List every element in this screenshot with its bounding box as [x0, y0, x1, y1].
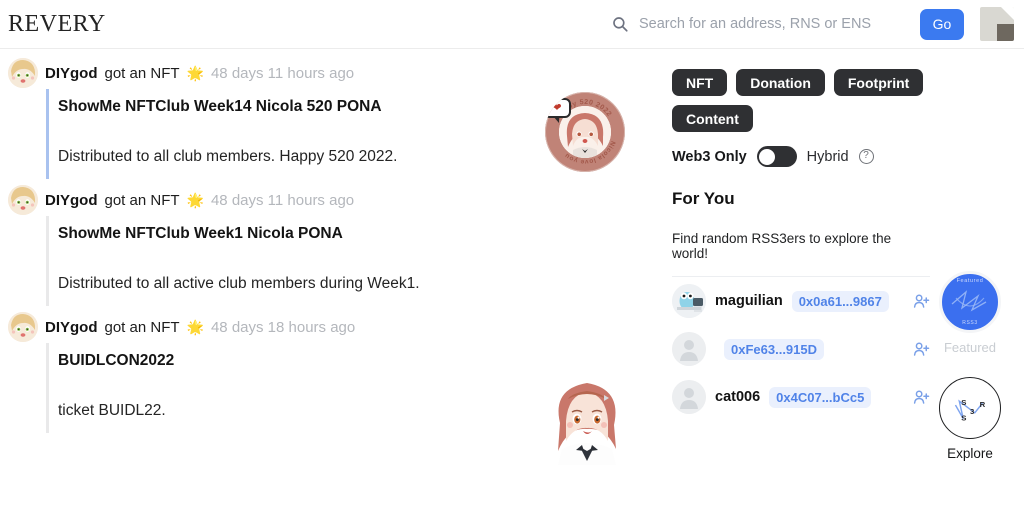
- user-address[interactable]: 0x0a61...9867: [792, 291, 889, 312]
- post-action: got an NFT: [105, 65, 180, 82]
- post-header: DIYgod got an NFT 🌟 48 days 11 hours ago: [0, 184, 660, 216]
- filter-pill-group: NFT Donation Footprint Content: [660, 49, 960, 132]
- post-media-nft-badge[interactable]: Happy 520 2022 Nicola love you ❤: [545, 92, 625, 172]
- post-title: BUIDLCON2022: [58, 351, 660, 371]
- post-author-name[interactable]: DIYgod: [45, 192, 98, 209]
- app-header: REVERY Go: [0, 0, 1024, 49]
- list-item[interactable]: maguilian 0x0a61...9867: [672, 277, 930, 325]
- post-timestamp: 48 days 11 hours ago: [211, 65, 354, 82]
- heart-bubble-icon: ❤: [545, 98, 571, 118]
- search-icon: [611, 15, 629, 33]
- featured-badge-icon[interactable]: Featured RSS3: [939, 271, 1001, 333]
- explore-badge-icon[interactable]: S S 3 R: [939, 377, 1001, 439]
- filter-pill-nft[interactable]: NFT: [672, 69, 727, 96]
- web3-hybrid-switch[interactable]: [757, 146, 797, 167]
- add-user-icon[interactable]: [912, 388, 930, 406]
- suggested-user-list: maguilian 0x0a61...9867: [660, 277, 930, 421]
- app-logo[interactable]: REVERY: [8, 11, 106, 38]
- post-body: BUIDLCON2022 ticket BUIDL22.: [46, 343, 660, 433]
- for-you-subtitle: Find random RSS3ers to explore the world…: [672, 231, 918, 261]
- post-body: ShowMe NFTClub Week1 Nicola PONA Distrib…: [46, 216, 660, 306]
- app-root: REVERY Go: [0, 0, 1024, 521]
- toggle-label-web3-only: Web3 Only: [672, 149, 747, 165]
- star-icon: 🌟: [187, 66, 204, 80]
- explore-badge-label: Explore: [929, 446, 1011, 461]
- svg-text:S: S: [961, 398, 966, 407]
- user-avatar[interactable]: [672, 332, 706, 366]
- add-user-icon[interactable]: [912, 340, 930, 358]
- post-author-avatar[interactable]: [8, 58, 38, 88]
- post-header: DIYgod got an NFT 🌟 48 days 11 hours ago: [0, 57, 660, 89]
- user-name[interactable]: maguilian: [715, 293, 783, 309]
- web3-hybrid-toggle-row: Web3 Only Hybrid ?: [660, 132, 1024, 167]
- post-header: DIYgod got an NFT 🌟 48 days 18 hours ago: [0, 311, 660, 343]
- filter-pill-content[interactable]: Content: [672, 105, 753, 132]
- search-bar[interactable]: [611, 15, 904, 33]
- search-input[interactable]: [639, 16, 904, 32]
- question-mark-icon[interactable]: ?: [859, 149, 874, 164]
- featured-ring-top-text: Featured: [942, 278, 998, 284]
- post-action: got an NFT: [105, 319, 180, 336]
- feed-post[interactable]: DIYgod got an NFT 🌟 48 days 18 hours ago…: [0, 306, 660, 433]
- featured-badge-label: Featured: [929, 340, 1011, 355]
- user-address[interactable]: 0x4C07...bCc5: [769, 387, 871, 408]
- for-you-title: For You: [672, 189, 918, 209]
- svg-text:Nicola love you: Nicola love you: [563, 140, 616, 165]
- svg-text:3: 3: [970, 407, 975, 416]
- post-description: ticket BUIDL22.: [58, 401, 660, 421]
- avatar[interactable]: [980, 7, 1014, 41]
- filter-pill-footprint[interactable]: Footprint: [834, 69, 923, 96]
- user-name[interactable]: cat006: [715, 389, 760, 405]
- star-icon: 🌟: [187, 320, 204, 334]
- header-actions: Go: [611, 7, 1024, 41]
- toggle-label-hybrid: Hybrid: [807, 149, 849, 165]
- svg-text:S: S: [961, 414, 966, 423]
- user-address[interactable]: 0xFe63...915D: [724, 339, 824, 360]
- star-icon: 🌟: [187, 193, 204, 207]
- filter-pill-donation[interactable]: Donation: [736, 69, 825, 96]
- svg-text:R: R: [980, 400, 986, 409]
- badge-column: Featured RSS3 Featured S S 3 R Explore: [929, 271, 1011, 461]
- add-user-icon[interactable]: [912, 292, 930, 310]
- post-title: ShowMe NFTClub Week1 Nicola PONA: [58, 224, 660, 244]
- post-author-name[interactable]: DIYgod: [45, 65, 98, 82]
- featured-ring-bottom-text: RSS3: [942, 320, 998, 326]
- post-timestamp: 48 days 11 hours ago: [211, 192, 354, 209]
- search-go-button[interactable]: Go: [920, 9, 964, 40]
- switch-knob: [759, 149, 775, 165]
- user-avatar[interactable]: [672, 284, 706, 318]
- feed-post[interactable]: DIYgod got an NFT 🌟 48 days 11 hours ago…: [0, 179, 660, 306]
- activity-feed: DIYgod got an NFT 🌟 48 days 11 hours ago…: [0, 49, 660, 521]
- post-author-avatar[interactable]: [8, 185, 38, 215]
- post-description: Distributed to all active club members d…: [58, 274, 660, 294]
- list-item[interactable]: 0xFe63...915D: [672, 325, 930, 373]
- post-author-avatar[interactable]: [8, 312, 38, 342]
- right-sidebar: NFT Donation Footprint Content Web3 Only…: [660, 49, 1024, 521]
- post-author-name[interactable]: DIYgod: [45, 319, 98, 336]
- feed-post[interactable]: DIYgod got an NFT 🌟 48 days 11 hours ago…: [0, 52, 660, 179]
- post-timestamp: 48 days 18 hours ago: [211, 319, 355, 336]
- list-item[interactable]: cat006 0x4C07...bCc5: [672, 373, 930, 421]
- for-you-section: For You Find random RSS3ers to explore t…: [660, 167, 918, 277]
- user-avatar[interactable]: [672, 380, 706, 414]
- post-action: got an NFT: [105, 192, 180, 209]
